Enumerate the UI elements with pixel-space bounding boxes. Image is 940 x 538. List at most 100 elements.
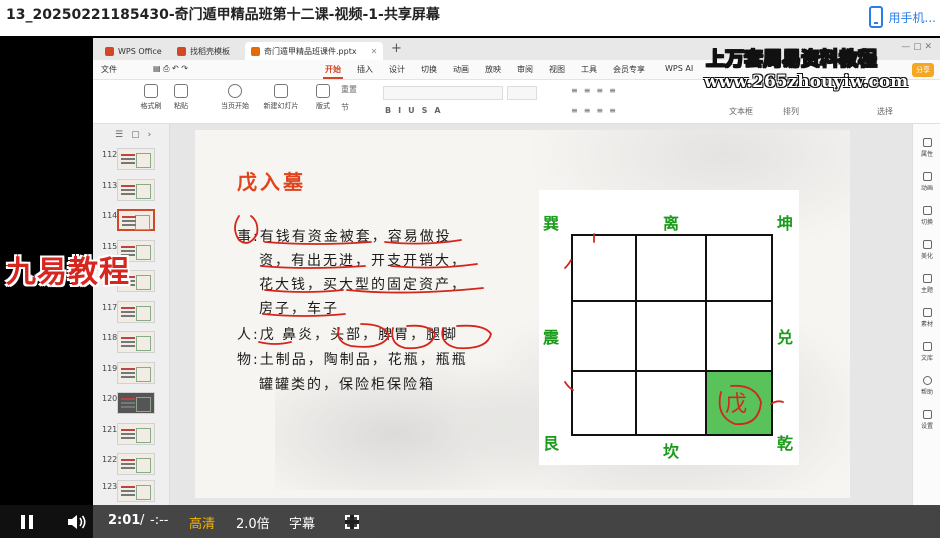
align-buttons[interactable]: ≡≡≡≡ (571, 106, 622, 115)
star-icon (922, 172, 932, 181)
paragraph-buttons[interactable]: ≡≡≡≡ (571, 86, 622, 95)
slide-preview (117, 148, 155, 170)
slide-number: 117 (102, 303, 118, 312)
help-button[interactable]: 帮助 (913, 376, 940, 396)
slide-preview (117, 179, 155, 201)
menu-animation[interactable]: 动画 (453, 64, 469, 75)
select-button[interactable]: 选择 (877, 106, 893, 117)
video-title: 13_20250221185430-奇门遁甲精品班第十二课-视频-1-共享屏幕 (6, 7, 440, 23)
new-tab-icon[interactable]: + (391, 41, 402, 56)
menu-tools[interactable]: 工具 (581, 64, 597, 75)
arrange-button[interactable]: 排列 (783, 106, 799, 117)
transition-icon (922, 206, 932, 215)
section-button[interactable]: 节 (341, 102, 349, 113)
paste-button[interactable]: 粘贴 (163, 84, 199, 111)
wand-icon (922, 240, 932, 249)
property-button[interactable]: 属性 (913, 138, 940, 158)
slide-thumb-117[interactable]: 117 (93, 301, 170, 327)
window-controls[interactable]: — ▢ ✕ (901, 42, 932, 52)
tab-wps-office[interactable]: WPS Office (99, 42, 168, 60)
slide-preview (117, 480, 155, 502)
slide-thumb-119[interactable]: 119 (93, 362, 170, 388)
fullscreen-icon[interactable] (345, 515, 359, 529)
player-controls: 2:01 / -:-- 高清 2.0倍 字幕 (0, 505, 940, 538)
theme-button[interactable]: 主题 (913, 274, 940, 294)
watermark-top: 上万套周易资料教程 (705, 48, 878, 71)
phone-button[interactable]: 用手机... (868, 2, 940, 32)
panel-view-icons[interactable]: ☰▢› (115, 130, 159, 140)
pause-icon[interactable] (21, 515, 33, 529)
label: 当页开始 (221, 102, 249, 110)
label: 帮助 (920, 389, 933, 396)
menu-file[interactable]: 文件 (101, 64, 117, 75)
slide-number: 112 (102, 150, 118, 159)
ppt-icon (251, 46, 260, 56)
reset-button[interactable]: 重置 (341, 84, 357, 95)
menu-insert[interactable]: 插入 (357, 64, 373, 75)
slide-number: 121 (102, 425, 118, 434)
menu-review[interactable]: 审阅 (517, 64, 533, 75)
phone-icon (868, 6, 883, 28)
slide-number: 122 (102, 455, 118, 464)
slide-thumbnail-panel: ☰▢› 112 113 114 115 116 117 118 119 120 … (93, 124, 170, 506)
library-button[interactable]: 文库 (913, 342, 940, 362)
share-button[interactable]: 分享 (912, 63, 934, 77)
tab-label: 奇门遁甲精品班课件.pptx (264, 46, 357, 56)
stem-circle-annotation (564, 233, 784, 425)
quality-button[interactable]: 高清 (189, 513, 215, 532)
menu-transition[interactable]: 切换 (421, 64, 437, 75)
watermark-url: www.265zhouyiw.com (704, 72, 909, 92)
material-button[interactable]: 素材 (913, 308, 940, 328)
label: 切换 (920, 219, 933, 226)
settings-button[interactable]: 设置 (913, 410, 940, 430)
phone-label: 用手机... (888, 10, 936, 25)
layout-button[interactable]: 版式 (305, 84, 341, 111)
menu-wps-ai[interactable]: WPS AI (665, 64, 693, 73)
slide-thumb-122[interactable]: 122 (93, 453, 170, 479)
help-icon (922, 376, 932, 385)
menu-home[interactable]: 开始 (323, 64, 343, 79)
menu-design[interactable]: 设计 (389, 64, 405, 75)
play-current-button[interactable]: 当页开始 (217, 84, 253, 111)
slide-number: 118 (102, 333, 118, 342)
bagua-diagram: 巽 离 坤 震 兑 艮 坎 乾 戊 (539, 190, 799, 465)
menu-member[interactable]: 会员专享 (613, 64, 645, 75)
font-family-select[interactable] (383, 86, 503, 100)
slide-canvas[interactable]: 戊入墓 事:有钱有资金被套，容易做投 资，有出无进，开支开销大， 花大钱，买大型… (195, 130, 850, 498)
layout-icon (316, 84, 330, 98)
slide-thumb-120[interactable]: 120 (93, 392, 170, 418)
slide-thumb-121[interactable]: 121 (93, 423, 170, 449)
speed-button[interactable]: 2.0倍 (236, 513, 270, 532)
sliders-icon (922, 138, 932, 147)
slide-thumb-114[interactable]: 114 (93, 209, 170, 235)
menu-slideshow[interactable]: 放映 (485, 64, 501, 75)
slide-preview (117, 209, 155, 231)
slide-thumb-113[interactable]: 113 (93, 179, 170, 205)
watermark-left: 九易教程 (6, 255, 130, 290)
menu-view[interactable]: 视图 (549, 64, 565, 75)
material-icon (922, 308, 932, 317)
subtitle-button[interactable]: 字幕 (289, 513, 315, 532)
tab-label: WPS Office (118, 46, 162, 56)
tab-pptx[interactable]: 奇门遁甲精品班课件.pptx ✕ (245, 42, 384, 60)
slide-number: 114 (102, 211, 118, 220)
slide-preview (117, 453, 155, 475)
current-time: 2:01 (108, 513, 141, 528)
transition-button[interactable]: 切换 (913, 206, 940, 226)
book-icon (922, 342, 932, 351)
video-player[interactable]: WPS Office 找稻壳模板 奇门遁甲精品班课件.pptx ✕ + — ▢ … (0, 36, 940, 538)
beautify-button[interactable]: 美化 (913, 240, 940, 260)
text-style-buttons[interactable]: BIUSA (385, 106, 448, 115)
slide-thumb-118[interactable]: 118 (93, 331, 170, 357)
close-icon[interactable]: ✕ (371, 47, 378, 56)
volume-icon[interactable] (67, 514, 87, 530)
font-size-select[interactable] (507, 86, 537, 100)
new-slide-button[interactable]: 新建幻灯片 (263, 84, 299, 111)
slide-thumb-123[interactable]: 123 (93, 480, 170, 506)
tab-template[interactable]: 找稻壳模板 (171, 42, 236, 60)
animation-button[interactable]: 动画 (913, 172, 940, 192)
textbox-button[interactable]: 文本框 (729, 106, 753, 117)
slide-thumb-112[interactable]: 112 (93, 148, 170, 174)
quick-access-icons[interactable]: ▤ ⎙ ↶ ↷ (153, 64, 188, 74)
template-icon (177, 46, 186, 56)
